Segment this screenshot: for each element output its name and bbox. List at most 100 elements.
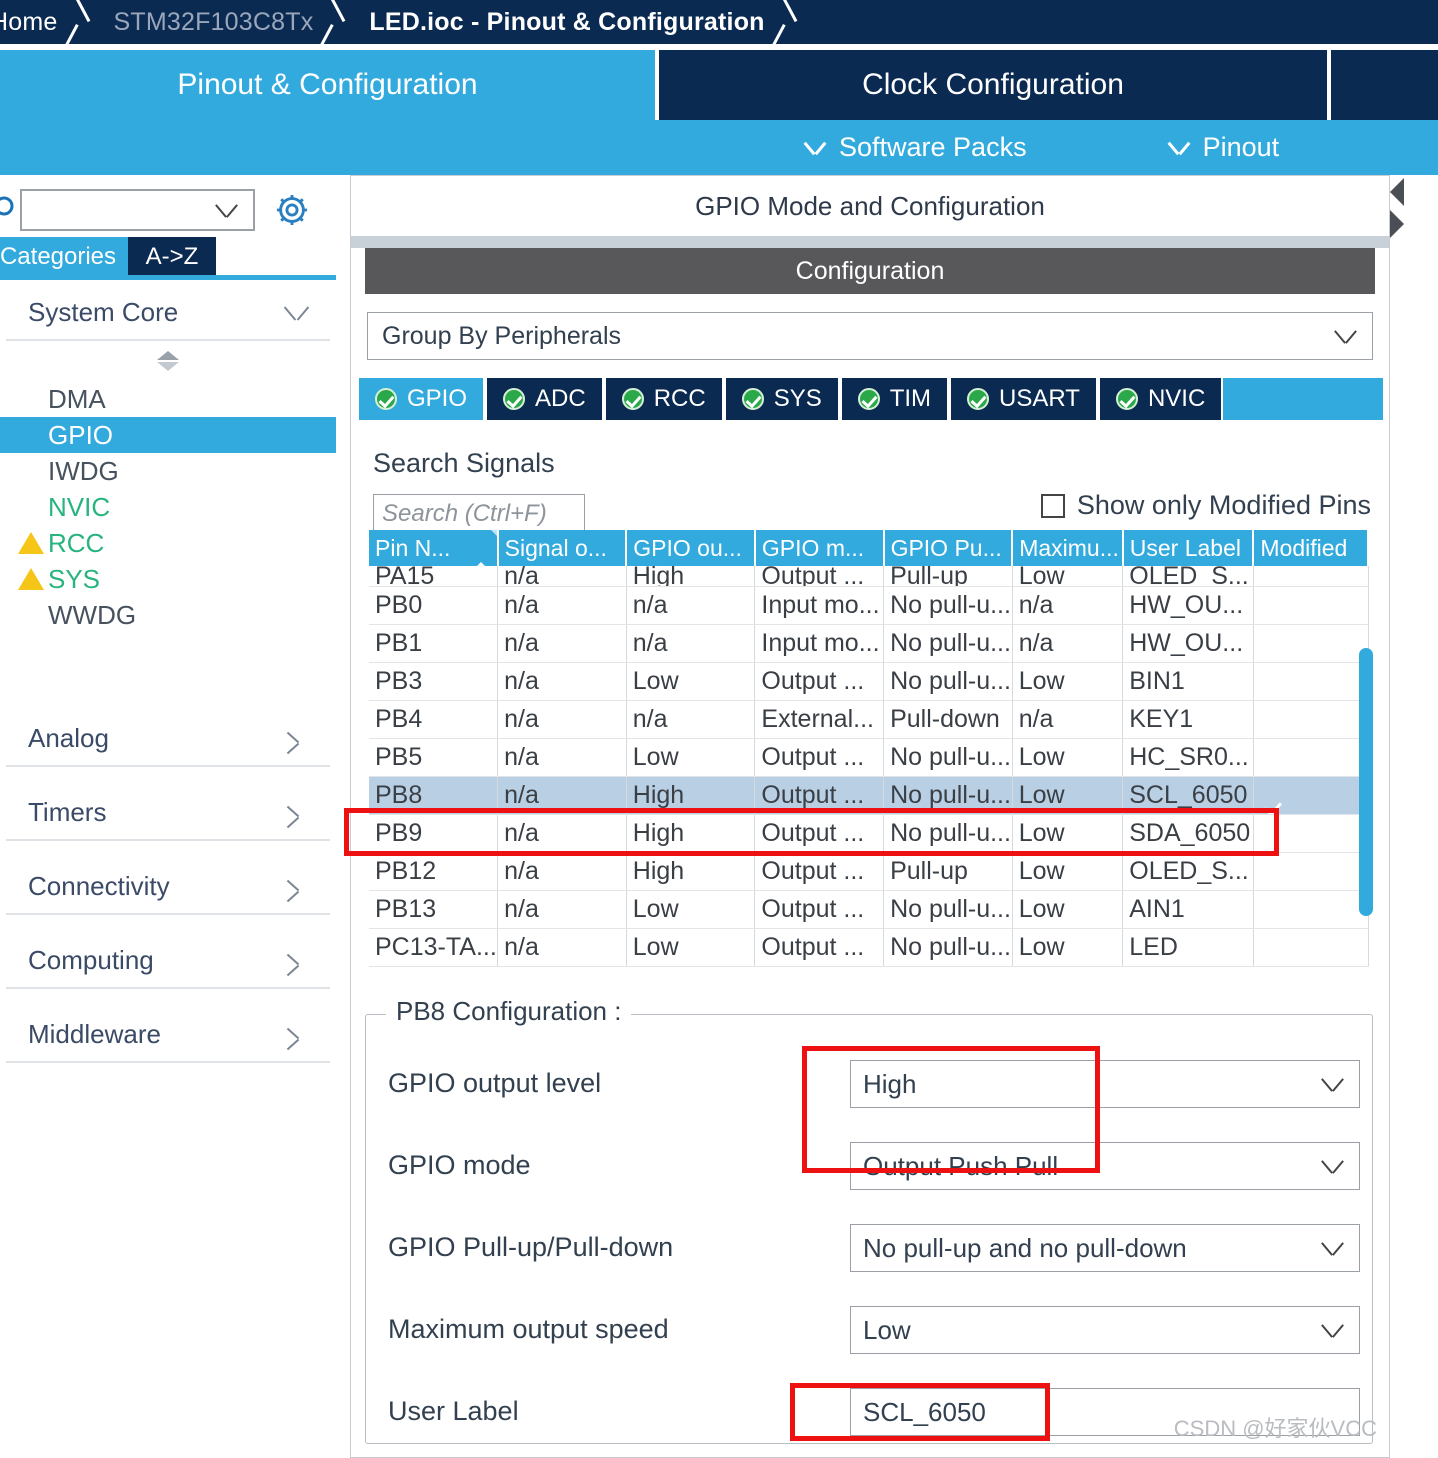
table-row[interactable]: PB0 n/a n/a Input mo... No pull-u... n/a…	[369, 586, 1369, 625]
group-by-select[interactable]: Group By Peripherals	[367, 312, 1373, 360]
cell-signal: n/a	[497, 928, 627, 967]
gpio-mode-select[interactable]: Output Push Pull	[850, 1142, 1360, 1190]
tab-partial-right[interactable]	[1327, 50, 1438, 120]
table-row[interactable]: PB9 n/a High Output ... No pull-u... Low…	[369, 814, 1369, 853]
sidebar-tab-categories[interactable]: Categories	[0, 237, 128, 277]
sidebar-item-dma-label: DMA	[48, 383, 106, 414]
column-header-user-label-label: User Label	[1129, 534, 1241, 561]
configuration-section-header: Configuration	[365, 248, 1375, 294]
cell-max-speed: n/a	[1012, 586, 1124, 625]
software-packs-menu[interactable]: Software Packs	[805, 132, 1027, 163]
breadcrumb-item-device[interactable]: STM32F103C8Tx	[108, 0, 320, 44]
sidebar-tabs: Categories A->Z	[0, 237, 216, 277]
chevron-down-icon	[286, 305, 310, 320]
sidebar-group-system-core[interactable]: System Core	[6, 285, 330, 341]
cell-user-label: BIN1	[1122, 662, 1254, 701]
search-icon[interactable]	[0, 195, 16, 225]
table-row[interactable]: PB12 n/a High Output ... Pull-up Low OLE…	[369, 852, 1369, 891]
cell-max-speed: Low	[1012, 738, 1124, 777]
table-row[interactable]: PC13-TA... n/a Low Output ... No pull-u.…	[369, 928, 1369, 967]
gpio-pull-select[interactable]: No pull-up and no pull-down	[850, 1224, 1360, 1272]
pin-configuration-group: PB8 Configuration : GPIO output level Hi…	[365, 996, 1374, 1444]
cell-gpio-output: High	[626, 776, 756, 815]
tab-nvic[interactable]: NVIC	[1097, 378, 1224, 420]
sidebar-group-computing[interactable]: Computing	[6, 933, 330, 989]
show-only-modified-pins-row[interactable]: Show only Modified Pins	[1040, 490, 1371, 521]
sidebar-group-middleware[interactable]: Middleware	[6, 1007, 330, 1063]
cell-modified	[1253, 566, 1369, 587]
chevron-down-icon	[1169, 141, 1191, 154]
column-header-gpio-mode[interactable]: GPIO m...	[754, 530, 885, 566]
table-vertical-scrollbar[interactable]	[1359, 648, 1373, 916]
field-gpio-mode-label: GPIO mode	[388, 1150, 531, 1180]
sidebar-group-analog[interactable]: Analog	[6, 711, 330, 767]
cell-signal: n/a	[497, 662, 627, 701]
sidebar-item-rcc[interactable]: RCC	[0, 525, 336, 561]
sidebar-group-connectivity[interactable]: Connectivity	[6, 859, 330, 915]
check-circle-icon	[375, 388, 397, 410]
check-circle-icon	[1115, 388, 1138, 410]
show-only-modified-pins-checkbox[interactable]	[1040, 493, 1065, 518]
sidebar-item-wwdg[interactable]: WWDG	[0, 597, 336, 633]
panel-collapse-arrows[interactable]	[1390, 178, 1406, 246]
pin-table-wrapper: Pin N... Signal o... GPIO ou... GPIO m..…	[369, 530, 1373, 967]
table-row[interactable]: PB1 n/a n/a Input mo... No pull-u... n/a…	[369, 624, 1369, 663]
table-row[interactable]: PB4 n/a n/a External... Pull-down n/a KE…	[369, 700, 1369, 739]
cell-pin: PB5	[369, 738, 499, 777]
field-user-label-label: User Label	[388, 1396, 519, 1426]
tab-sys[interactable]: SYS	[723, 378, 840, 420]
table-row-selected[interactable]: PB8 n/a High Output ... No pull-u... Low…	[369, 776, 1369, 815]
sidebar-group-system-core-label: System Core	[28, 296, 179, 327]
sidebar-scroll-spinner[interactable]	[0, 341, 336, 381]
chevron-down-icon	[1323, 1323, 1345, 1337]
tab-usart[interactable]: USART	[949, 378, 1098, 420]
group-by-value: Group By Peripherals	[382, 321, 622, 350]
breadcrumb-item-home[interactable]: Home	[0, 0, 64, 44]
cell-signal: n/a	[497, 852, 627, 891]
column-header-gpio-pull[interactable]: GPIO Pu...	[883, 530, 1014, 566]
gpio-output-level-select[interactable]: High	[850, 1060, 1360, 1108]
sidebar-item-dma[interactable]: DMA	[0, 381, 336, 417]
cell-gpio-output: Low	[626, 890, 756, 929]
tab-clock-configuration[interactable]: Clock Configuration	[655, 50, 1327, 120]
sidebar-item-gpio[interactable]: GPIO	[0, 417, 336, 453]
maximum-output-speed-select[interactable]: Low	[850, 1306, 1360, 1354]
search-signals-input[interactable]: Search (Ctrl+F)	[373, 494, 585, 534]
column-header-signal[interactable]: Signal o...	[497, 530, 628, 566]
collapse-left-icon[interactable]	[1390, 178, 1404, 206]
column-header-modified[interactable]: Modified	[1253, 530, 1369, 566]
sidebar-item-nvic-label: NVIC	[48, 491, 111, 522]
tab-pinout-configuration[interactable]: Pinout & Configuration	[0, 50, 655, 120]
cell-gpio-mode: Output ...	[754, 662, 885, 701]
column-header-pin-name-label: Pin N...	[375, 534, 451, 561]
cell-pin: PB9	[369, 814, 499, 853]
field-gpio-pull: GPIO Pull-up/Pull-down No pull-up and no…	[366, 1224, 1374, 1272]
table-row[interactable]: PB13 n/a Low Output ... No pull-u... Low…	[369, 890, 1369, 929]
check-circle-icon	[503, 388, 526, 410]
tab-adc[interactable]: ADC	[485, 378, 604, 420]
sidebar-item-sys[interactable]: SYS	[0, 561, 336, 597]
cell-gpio-pull: No pull-u...	[883, 890, 1013, 929]
sidebar-tab-a-to-z[interactable]: A->Z	[128, 237, 216, 277]
cell-modified	[1253, 814, 1369, 853]
tab-tim[interactable]: TIM	[839, 378, 950, 420]
tab-rcc[interactable]: RCC	[603, 378, 724, 420]
column-header-user-label[interactable]: User Label	[1122, 530, 1255, 566]
column-header-pin-name[interactable]: Pin N...	[369, 530, 499, 566]
sidebar-item-iwdg[interactable]: IWDG	[0, 453, 336, 489]
table-row[interactable]: PA15 n/a High Output ... Pull-up Low OLE…	[369, 566, 1369, 587]
gear-icon[interactable]	[273, 191, 311, 229]
sidebar-search-combo[interactable]	[20, 189, 255, 231]
cell-modified	[1253, 852, 1369, 891]
breadcrumb-item-current[interactable]: LED.ioc - Pinout & Configuration	[363, 0, 770, 44]
pinout-menu[interactable]: Pinout	[1169, 132, 1280, 163]
tab-gpio[interactable]: GPIO	[357, 378, 486, 420]
column-header-maximum-speed[interactable]: Maximu...	[1012, 530, 1124, 566]
column-header-gpio-output[interactable]: GPIO ou...	[626, 530, 756, 566]
cell-pin: PB4	[369, 700, 499, 739]
table-row[interactable]: PB5 n/a Low Output ... No pull-u... Low …	[369, 738, 1369, 777]
sidebar-group-timers[interactable]: Timers	[6, 785, 330, 841]
collapse-right-icon[interactable]	[1390, 210, 1404, 238]
table-row[interactable]: PB3 n/a Low Output ... No pull-u... Low …	[369, 662, 1369, 701]
sidebar-item-nvic[interactable]: NVIC	[0, 489, 336, 525]
